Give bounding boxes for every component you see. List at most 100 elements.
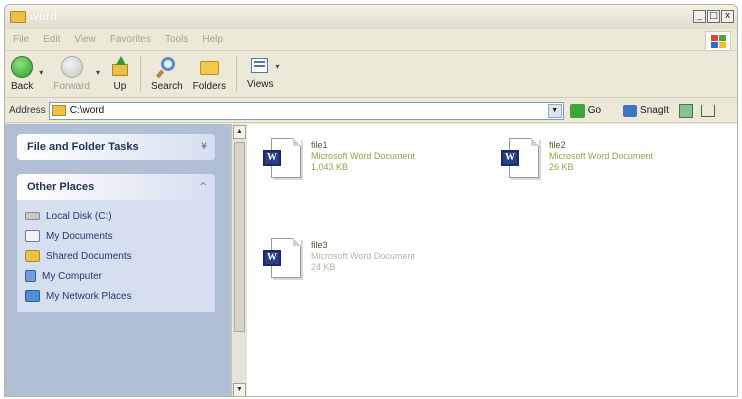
- search-label: Search: [150, 81, 183, 92]
- file-size: 1,043 KB: [311, 162, 349, 172]
- back-arrow-icon: [11, 56, 34, 78]
- menu-favorites[interactable]: Favorites: [110, 34, 151, 45]
- up-label: Up: [113, 81, 127, 92]
- shared-folder-icon: [25, 250, 40, 262]
- drive-icon: [25, 212, 40, 220]
- search-icon: [155, 56, 178, 79]
- minimize-button[interactable]: _: [693, 10, 706, 23]
- close-button[interactable]: x: [721, 10, 734, 23]
- snagit-button[interactable]: SnagIt: [623, 104, 669, 117]
- go-button[interactable]: Go: [569, 103, 602, 118]
- scroll-down-icon[interactable]: ▼: [233, 383, 246, 396]
- file-item[interactable]: W file2 Microsoft Word Document 26 KB: [497, 136, 653, 188]
- forward-dropdown-icon[interactable]: ▾: [96, 68, 100, 77]
- title-bar[interactable]: word _ □ x: [5, 5, 737, 29]
- file-size: 26 KB: [549, 162, 574, 172]
- scroll-up-icon[interactable]: ▲: [233, 125, 246, 139]
- menu-file[interactable]: File: [13, 34, 29, 45]
- windows-logo-icon: [705, 31, 731, 51]
- file-type: Microsoft Word Document: [311, 151, 415, 161]
- file-type: Microsoft Word Document: [549, 151, 653, 161]
- file-info: file1 Microsoft Word Document 1,043 KB: [311, 140, 415, 173]
- up-folder-icon: [110, 56, 130, 78]
- search-button[interactable]: Search: [151, 52, 183, 92]
- word-document-icon: W: [259, 236, 305, 288]
- forward-label: Forward: [53, 81, 90, 92]
- place-label: My Network Places: [46, 290, 132, 302]
- folders-label: Folders: [192, 81, 226, 92]
- place-my-documents[interactable]: My Documents: [25, 226, 215, 246]
- toolbar-separator: [236, 56, 237, 92]
- place-label: My Computer: [42, 270, 103, 282]
- file-name: file2: [549, 140, 566, 150]
- capture-region-icon[interactable]: [700, 104, 715, 117]
- panel-title: File and Folder Tasks: [27, 141, 139, 153]
- file-type: Microsoft Word Document: [311, 251, 415, 261]
- place-shared-documents[interactable]: Shared Documents: [25, 246, 215, 266]
- capture-window-icon[interactable]: [678, 103, 693, 118]
- toolbar: Back ▾ Forward ▾ Up Search Folders Views…: [5, 52, 737, 98]
- place-label: Shared Documents: [46, 250, 132, 262]
- file-list: W file1 Microsoft Word Document 1,043 KB…: [253, 124, 737, 396]
- documents-icon: [25, 230, 40, 242]
- back-button[interactable]: Back: [11, 52, 33, 92]
- file-item[interactable]: W file3 Microsoft Word Document 24 KB: [259, 236, 415, 288]
- maximize-button[interactable]: □: [707, 10, 720, 23]
- folders-button[interactable]: Folders: [193, 52, 226, 92]
- file-info: file3 Microsoft Word Document 24 KB: [311, 240, 415, 273]
- file-name: file1: [311, 140, 328, 150]
- window-title: word: [30, 11, 58, 23]
- network-icon: [25, 290, 40, 302]
- explorer-content: File and Folder Tasks ¥ Other Places ^ L…: [5, 124, 737, 396]
- file-size: 24 KB: [311, 262, 336, 272]
- file-info: file2 Microsoft Word Document 26 KB: [549, 140, 653, 173]
- go-label: Go: [587, 105, 602, 116]
- word-document-icon: W: [497, 136, 543, 188]
- explorer-window: word _ □ x File Edit View Favorites Tool…: [4, 4, 738, 397]
- panel-title: Other Places: [27, 181, 95, 193]
- menu-view[interactable]: View: [74, 34, 96, 45]
- place-my-network-places[interactable]: My Network Places: [25, 286, 215, 306]
- address-bar: Address C:\word ▼ Go SnagIt: [5, 99, 737, 123]
- file-name: file3: [311, 240, 328, 250]
- views-button[interactable]: Views: [247, 52, 274, 90]
- toolbar-separator: [139, 56, 141, 92]
- place-my-computer[interactable]: My Computer: [25, 266, 215, 286]
- forward-button[interactable]: Forward: [53, 52, 90, 92]
- address-dropdown-icon[interactable]: ▼: [547, 103, 562, 118]
- folders-icon: [198, 56, 220, 78]
- address-path: C:\word: [69, 105, 105, 116]
- address-input[interactable]: C:\word ▼: [48, 101, 564, 120]
- views-label: Views: [247, 79, 274, 90]
- forward-arrow-icon: [60, 56, 83, 78]
- back-label: Back: [11, 81, 34, 92]
- other-places-list: Local Disk (C:) My Documents Shared Docu…: [17, 200, 215, 312]
- snagit-icon: [623, 104, 638, 117]
- views-dropdown-icon[interactable]: ▾: [276, 62, 280, 71]
- views-icon: [249, 56, 271, 76]
- place-local-disk[interactable]: Local Disk (C:): [25, 206, 215, 226]
- place-label: My Documents: [46, 230, 113, 242]
- word-document-icon: W: [259, 136, 305, 188]
- file-item[interactable]: W file1 Microsoft Word Document 1,043 KB: [259, 136, 415, 188]
- menu-bar: File Edit View Favorites Tools Help: [5, 29, 737, 51]
- window-controls: _ □ x: [693, 10, 734, 23]
- go-arrow-icon: [569, 103, 585, 118]
- folder-icon: [10, 11, 26, 23]
- folder-icon: [51, 105, 66, 116]
- menu-tools[interactable]: Tools: [165, 34, 188, 45]
- file-folder-tasks-header[interactable]: File and Folder Tasks ¥: [17, 134, 215, 160]
- other-places-header[interactable]: Other Places ^: [17, 174, 215, 200]
- up-button[interactable]: Up: [110, 52, 130, 92]
- scroll-thumb[interactable]: [234, 142, 245, 332]
- collapse-chevron-icon[interactable]: ^: [199, 182, 207, 192]
- task-pane-scrollbar[interactable]: ▲ ▼: [231, 124, 247, 396]
- snagit-label: SnagIt: [640, 105, 669, 116]
- menu-help[interactable]: Help: [202, 34, 223, 45]
- back-dropdown-icon[interactable]: ▾: [39, 68, 43, 77]
- address-label: Address: [9, 105, 46, 116]
- computer-icon: [25, 270, 36, 282]
- expand-chevron-icon[interactable]: ¥: [201, 142, 207, 152]
- task-pane: File and Folder Tasks ¥ Other Places ^ L…: [5, 124, 231, 396]
- menu-edit[interactable]: Edit: [43, 34, 60, 45]
